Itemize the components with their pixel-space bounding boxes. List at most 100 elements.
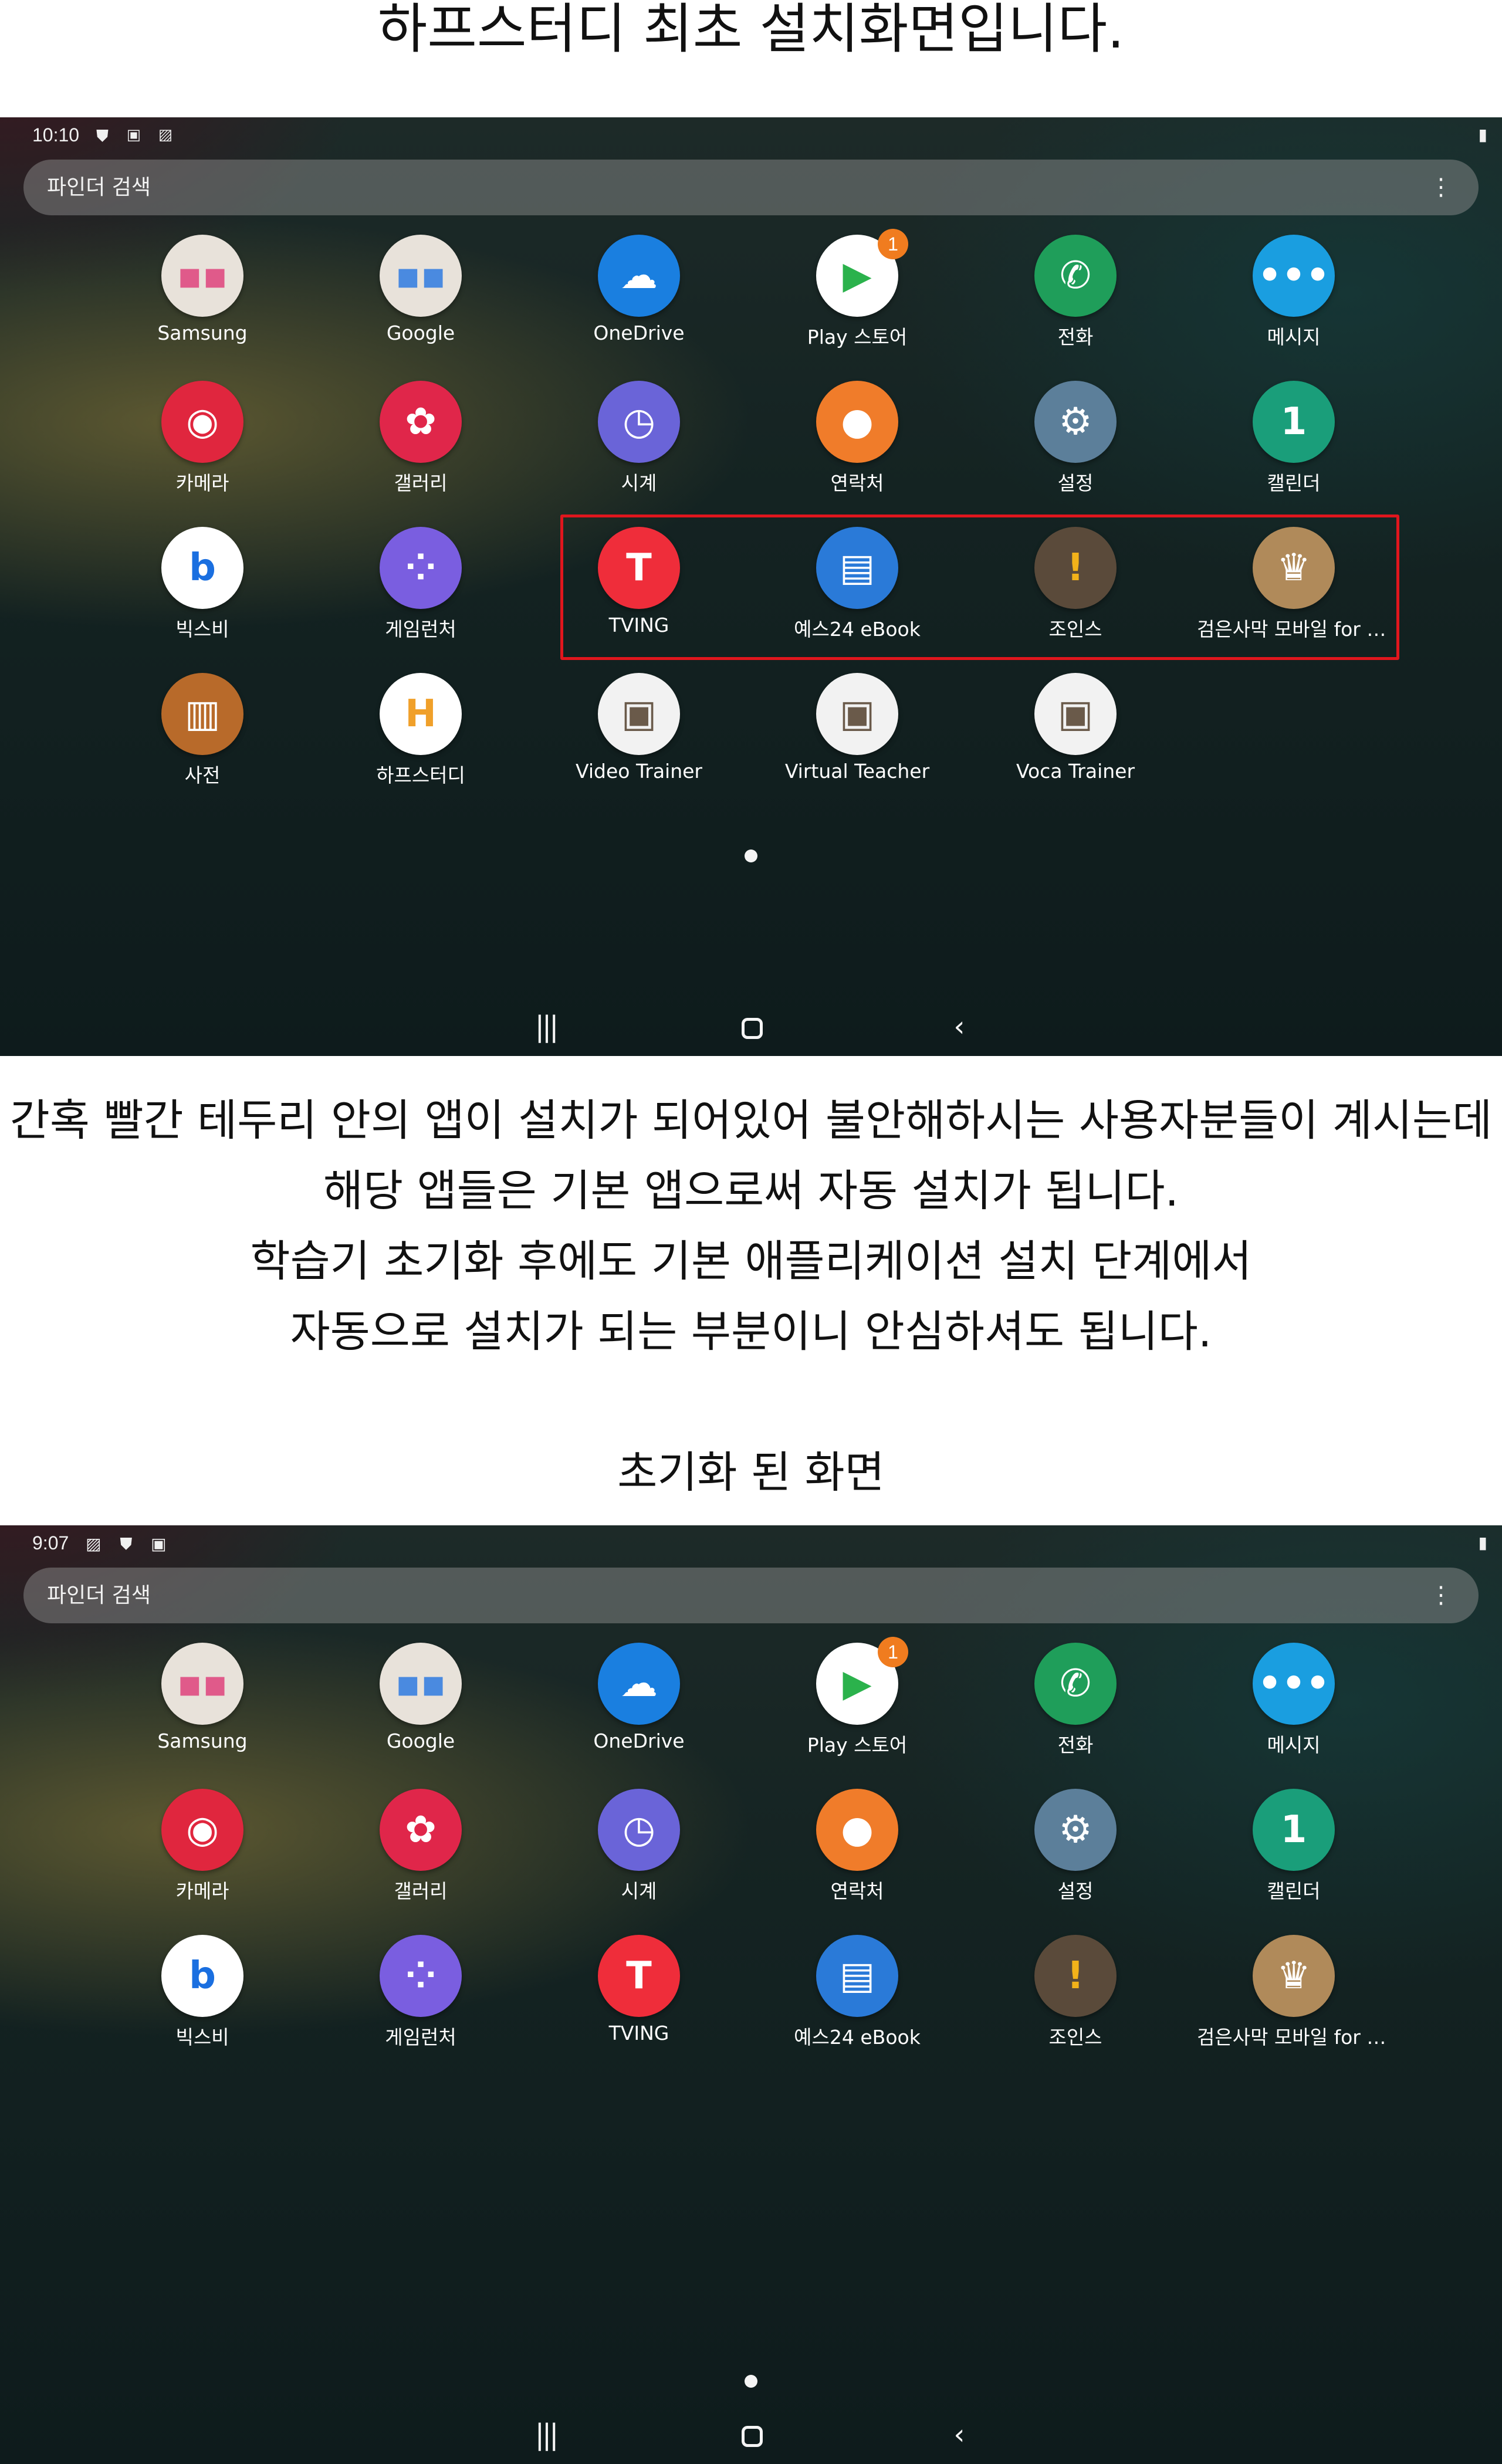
home-button[interactable] (717, 997, 787, 1056)
app-label: Play 스토어 (807, 326, 908, 348)
app-voca-trainer[interactable]: ▣ Voca Trainer (979, 673, 1172, 802)
app-folder-google[interactable]: ▪▪ Google (324, 1643, 517, 1772)
app-yes24-ebook[interactable]: ▤ 예스24 eBook (760, 1935, 954, 2064)
app-gallery[interactable]: ✿ 갤러리 (324, 381, 517, 510)
app-messages[interactable]: ••• 메시지 (1197, 1643, 1391, 1772)
app-clock[interactable]: ◷ 시계 (542, 381, 736, 510)
app-tving[interactable]: T TVING (542, 1935, 736, 2064)
app-label: 게임런처 (385, 2026, 456, 2049)
app-messages[interactable]: ••• 메시지 (1197, 235, 1391, 364)
phone-icon: ✆ (1034, 235, 1117, 317)
app-label: Google (386, 321, 455, 344)
tving-icon: T (598, 1935, 680, 2017)
more-options-icon[interactable]: ⋮ (1429, 160, 1453, 215)
app-label: 메시지 (1267, 326, 1321, 348)
screenshot-initial-install: 10:10 ⛊ ▣ ▨ ▮ 파인더 검색 ⋮ ▪▪ Samsung ▪▪ Google… (0, 117, 1502, 1056)
messages-icon: ••• (1253, 235, 1335, 317)
app-game-launcher[interactable]: ⁘ 게임런처 (324, 527, 517, 656)
app-folder-google[interactable]: ▪▪ Google (324, 235, 517, 364)
finder-search-bar[interactable]: 파인더 검색 ⋮ (23, 1568, 1479, 1623)
page-indicator-dot (745, 2375, 757, 2388)
app-virtual-teacher[interactable]: ▣ Virtual Teacher (760, 673, 954, 802)
app-label: 캘린더 (1267, 1880, 1321, 1903)
joins-icon: ! (1034, 1935, 1117, 2017)
status-bar: 10:10 ⛊ ▣ ▨ ▮ (0, 117, 1502, 153)
app-clock[interactable]: ◷ 시계 (542, 1789, 736, 1918)
app-dictionary[interactable]: ▥ 사전 (106, 673, 299, 802)
app-label: Play 스토어 (807, 1734, 908, 1756)
app-play-store[interactable]: ▶ 1 Play 스토어 (760, 229, 954, 364)
clock-icon: ◷ (598, 381, 680, 463)
caption-line: 자동으로 설치가 되는 부분이니 안심하셔도 됩니다. (290, 1307, 1212, 1357)
app-play-store[interactable]: ▶ 1 Play 스토어 (760, 1637, 954, 1772)
app-settings[interactable]: ⚙ 설정 (979, 381, 1172, 510)
app-camera[interactable]: ◉ 카메라 (106, 1789, 299, 1918)
camera-icon: ◉ (161, 381, 243, 463)
app-label: 갤러리 (394, 472, 448, 495)
app-label: 카메라 (175, 1880, 229, 1903)
app-label: 연락처 (830, 1880, 884, 1903)
app-joins[interactable]: ! 조인스 (979, 1935, 1172, 2064)
home-button[interactable] (717, 2405, 787, 2464)
status-icons: ⛊ ▣ ▨ (96, 127, 180, 145)
onedrive-icon: ☁ (598, 1643, 680, 1725)
recent-apps-button[interactable]: ||| (510, 997, 581, 1056)
settings-icon: ⚙ (1034, 381, 1117, 463)
app-label: 메시지 (1267, 1734, 1321, 1756)
app-phone[interactable]: ✆ 전화 (979, 235, 1172, 364)
recent-apps-button[interactable]: ||| (510, 2405, 581, 2464)
video-trainer-icon: ▣ (598, 673, 680, 755)
app-label: Video Trainer (576, 760, 702, 783)
back-button[interactable]: ‹ (924, 2405, 994, 2464)
app-gallery[interactable]: ✿ 갤러리 (324, 1789, 517, 1918)
halfstudy-icon: H (380, 673, 462, 755)
app-label: 빅스비 (175, 2026, 229, 2049)
app-label: 빅스비 (175, 618, 229, 641)
app-video-trainer[interactable]: ▣ Video Trainer (542, 673, 736, 802)
app-contacts[interactable]: ● 연락처 (760, 381, 954, 510)
home-icon (742, 1018, 763, 1039)
app-bixby[interactable]: b 빅스비 (106, 1935, 299, 2064)
app-camera[interactable]: ◉ 카메라 (106, 381, 299, 510)
caption-line: 학습기 초기화 후에도 기본 애플리케이션 설치 단계에서 (250, 1236, 1252, 1287)
bixby-icon: b (161, 1935, 243, 2017)
app-label: 시계 (621, 472, 657, 495)
app-game-launcher[interactable]: ⁘ 게임런처 (324, 1935, 517, 2064)
app-label: 카메라 (175, 472, 229, 495)
app-contacts[interactable]: ● 연락처 (760, 1789, 954, 1918)
caption-bottom: 초기화 된 화면 (617, 1447, 885, 1498)
app-phone[interactable]: ✆ 전화 (979, 1643, 1172, 1772)
notification-badge: 1 (878, 1637, 908, 1667)
app-onedrive[interactable]: ☁ OneDrive (542, 235, 736, 364)
contacts-icon: ● (816, 1789, 898, 1871)
app-onedrive[interactable]: ☁ OneDrive (542, 1643, 736, 1772)
app-label: OneDrive (593, 321, 685, 344)
navigation-bar: ||| ‹ (0, 997, 1502, 1056)
voca-trainer-icon: ▣ (1034, 673, 1117, 755)
dictionary-icon: ▥ (161, 673, 243, 755)
app-calendar[interactable]: 1 캘린더 (1197, 381, 1391, 510)
battery-icon: ▮ (1478, 126, 1487, 144)
app-label: 검은사막 모바일 for S... (1197, 2026, 1391, 2049)
app-folder-samsung[interactable]: ▪▪ Samsung (106, 235, 299, 364)
app-label: Google (386, 1729, 455, 1752)
camera-icon: ◉ (161, 1789, 243, 1871)
app-label: 조인스 (1048, 2026, 1102, 2049)
back-button[interactable]: ‹ (924, 997, 994, 1056)
screenshot-after-reset: 9:07 ▨ ⛊ ▣ ▮ 파인더 검색 ⋮ ▪▪ Samsung ▪▪ Google ☁… (0, 1525, 1502, 2464)
contacts-icon: ● (816, 381, 898, 463)
app-halfstudy[interactable]: H 하프스터디 (324, 673, 517, 802)
app-calendar[interactable]: 1 캘린더 (1197, 1789, 1391, 1918)
caption-top: 하프스터디 최초 설치화면입니다. (377, 0, 1125, 60)
app-folder-samsung[interactable]: ▪▪ Samsung (106, 1643, 299, 1772)
app-label: 연락처 (830, 472, 884, 495)
clock-icon: ◷ (598, 1789, 680, 1871)
folder-google-icon: ▪▪ (380, 1643, 462, 1725)
finder-search-bar[interactable]: 파인더 검색 ⋮ (23, 160, 1479, 215)
gallery-icon: ✿ (380, 381, 462, 463)
app-bixby[interactable]: b 빅스비 (106, 527, 299, 656)
app-settings[interactable]: ⚙ 설정 (979, 1789, 1172, 1918)
more-options-icon[interactable]: ⋮ (1429, 1568, 1453, 1623)
app-black-desert[interactable]: ♛ 검은사막 모바일 for S... (1197, 1935, 1391, 2064)
app-label: Voca Trainer (1016, 760, 1135, 783)
